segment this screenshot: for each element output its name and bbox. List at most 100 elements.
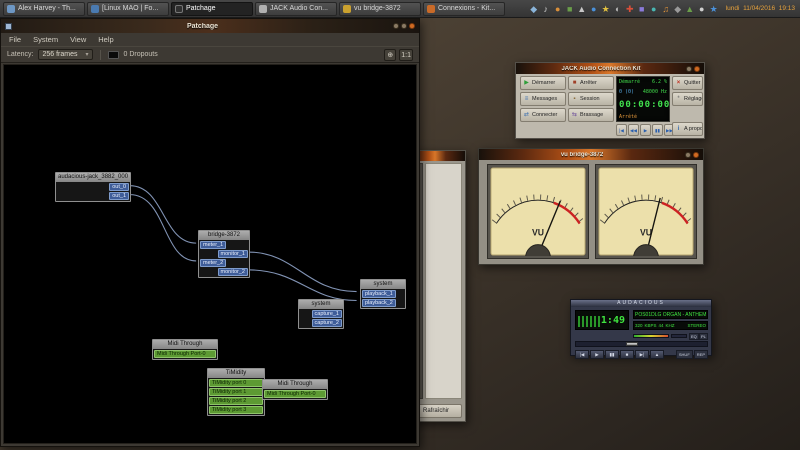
menu-help[interactable]: Help	[98, 35, 113, 44]
taskbar-item-alex-harvey[interactable]: Alex Harvey - Th...	[3, 2, 85, 16]
settings-button[interactable]: * Réglages...	[672, 92, 703, 106]
patchbay-button[interactable]: ⇆ Brassage	[568, 108, 614, 122]
play-button[interactable]: ▶	[640, 124, 651, 136]
tray-icon-14[interactable]: ▲	[684, 3, 695, 15]
tray-network-icon[interactable]: ◆	[528, 3, 539, 15]
port-playback_1[interactable]: playback_1	[362, 290, 396, 298]
vu-titlebar[interactable]: vu bridge-3872	[479, 149, 703, 160]
clock[interactable]: lundi 11/04/2016 19:13	[726, 5, 795, 12]
port-monitor_1[interactable]: monitor_1	[218, 250, 248, 258]
port-timidity-1[interactable]: TiMidity port 1	[209, 388, 263, 396]
tray-icon-9[interactable]: ✚	[624, 3, 635, 15]
next-button[interactable]: ▶|	[635, 350, 649, 359]
maximize-icon[interactable]	[401, 23, 407, 29]
skip-start-button[interactable]: |◀	[616, 124, 627, 136]
playlist-button[interactable]: PL	[699, 333, 708, 340]
port-midi-through-0[interactable]: Midi Through Port-0	[154, 350, 216, 358]
latency-select[interactable]: 256 frames ▾	[38, 49, 92, 60]
port-meter_2[interactable]: meter_2	[200, 259, 226, 267]
messages-button[interactable]: ≡ Messages	[520, 92, 566, 106]
window-menu-icon[interactable]	[5, 23, 12, 30]
connection-wire[interactable]	[130, 186, 196, 243]
menu-view[interactable]: View	[70, 35, 86, 44]
equalizer-button[interactable]: EQ	[689, 333, 699, 340]
node-system-playback[interactable]: system playback_1 playback_2	[360, 279, 406, 309]
taskbar-item-patchage[interactable]: Patchage	[171, 2, 253, 16]
zoom-in-icon[interactable]: ⊕	[384, 49, 396, 61]
tray-icon-5[interactable]: ▲	[576, 3, 587, 15]
tray-icon-16[interactable]: ★	[708, 3, 719, 15]
port-timidity-2[interactable]: TiMidity port 2	[209, 397, 263, 405]
balance-slider[interactable]	[671, 334, 687, 338]
menu-file[interactable]: File	[9, 35, 21, 44]
menu-system[interactable]: System	[33, 35, 58, 44]
connection-wire[interactable]	[130, 195, 196, 261]
taskbar-item-connexions[interactable]: Connexions - Kit...	[423, 2, 505, 16]
port-meter_1[interactable]: meter_1	[200, 241, 226, 249]
tray-icon-12[interactable]: ♫	[660, 3, 671, 15]
node-bridge-3872[interactable]: bridge-3872 meter_1 monitor_1 meter_2 mo…	[198, 230, 250, 278]
track-title-marquee[interactable]: POS01DLG ORGAN - ANTHEM (T-45)	[633, 310, 708, 319]
spectrum-analyzer[interactable]	[578, 316, 600, 327]
connection-wire[interactable]	[248, 270, 357, 301]
tray-icon-6[interactable]: ●	[588, 3, 599, 15]
tray-icon-7[interactable]: ★	[600, 3, 611, 15]
close-icon[interactable]	[693, 152, 699, 158]
taskbar-item-jack-audio[interactable]: JACK Audio Con...	[255, 2, 337, 16]
node-audacious-jack[interactable]: audacious-jack_3882_000 out_0 out_1	[55, 172, 131, 202]
port-capture_1[interactable]: capture_1	[312, 310, 342, 318]
seek-bar[interactable]	[575, 341, 708, 347]
session-button[interactable]: ▪ Session	[568, 92, 614, 106]
stop-button[interactable]: ■	[620, 350, 634, 359]
tray-update-icon[interactable]: ●	[552, 3, 563, 15]
stop-button[interactable]: ■ Arrêter	[568, 76, 614, 90]
tray-volume-icon[interactable]: ♪	[540, 3, 551, 15]
port-timidity-3[interactable]: TiMidity port 3	[209, 406, 263, 414]
patch-canvas[interactable]: audacious-jack_3882_000 out_0 out_1 brid…	[3, 64, 417, 444]
about-button[interactable]: i A propos...	[672, 122, 703, 136]
audacious-titlebar[interactable]: AUDACIOUS	[571, 300, 711, 307]
port-out_0[interactable]: out_0	[109, 183, 129, 191]
tray-icon-13[interactable]: ◆	[672, 3, 683, 15]
tray-icon-15[interactable]: ●	[696, 3, 707, 15]
node-timidity[interactable]: TiMidity TiMidity port 0 TiMidity port 1…	[207, 368, 265, 416]
port-out_1[interactable]: out_1	[109, 192, 129, 200]
connexions-list-pane[interactable]	[425, 163, 462, 399]
rewind-button[interactable]: ◀◀	[628, 124, 639, 136]
taskbar-item-vu-bridge[interactable]: vu bridge-3872	[339, 2, 421, 16]
port-playback_2[interactable]: playback_2	[362, 299, 396, 307]
pause-button[interactable]: ▮▮	[652, 124, 663, 136]
node-midi-through-2[interactable]: Midi Through Midi Through Port-0	[262, 379, 328, 400]
quit-button[interactable]: × Quitter	[672, 76, 703, 90]
port-midi-through-0[interactable]: Midi Through Port-0	[264, 390, 326, 398]
node-midi-through-1[interactable]: Midi Through Midi Through Port-0	[152, 339, 218, 360]
taskbar-item-linux-mao[interactable]: [Linux MAO | Fo...	[87, 2, 169, 16]
volume-slider[interactable]	[633, 334, 669, 338]
zoom-normal-icon[interactable]: 1:1	[399, 49, 413, 61]
shuffle-toggle[interactable]: SHUF	[676, 350, 693, 359]
play-button[interactable]: ▶	[590, 350, 604, 359]
tray-icon-8[interactable]: ◐	[612, 3, 623, 15]
node-system-capture[interactable]: system capture_1 capture_2	[298, 299, 344, 329]
start-button[interactable]: ▶ Démarrer	[520, 76, 566, 90]
pause-button[interactable]: ▮▮	[605, 350, 619, 359]
seek-thumb[interactable]	[626, 342, 638, 346]
tray-icon-4[interactable]: ■	[564, 3, 575, 15]
tray-icon-11[interactable]: ●	[648, 3, 659, 15]
connect-button[interactable]: ⇄ Connecter	[520, 108, 566, 122]
minimize-icon[interactable]	[393, 23, 399, 29]
previous-button[interactable]: |◀	[575, 350, 589, 359]
repeat-toggle[interactable]: REP	[694, 350, 708, 359]
close-icon[interactable]	[409, 23, 415, 29]
patchage-titlebar[interactable]: Patchage	[1, 19, 419, 33]
qjackctl-titlebar[interactable]: JACK Audio Connection Kit	[516, 63, 704, 74]
eject-button[interactable]: ▲	[650, 350, 664, 359]
port-capture_2[interactable]: capture_2	[312, 319, 342, 327]
port-monitor_2[interactable]: monitor_2	[218, 268, 248, 276]
minimize-icon[interactable]	[686, 66, 692, 72]
close-icon[interactable]	[694, 66, 700, 72]
minimize-icon[interactable]	[685, 152, 691, 158]
tray-icon-10[interactable]: ■	[636, 3, 647, 15]
connection-wire[interactable]	[248, 252, 357, 292]
playback-time[interactable]: 1:49	[601, 315, 628, 329]
